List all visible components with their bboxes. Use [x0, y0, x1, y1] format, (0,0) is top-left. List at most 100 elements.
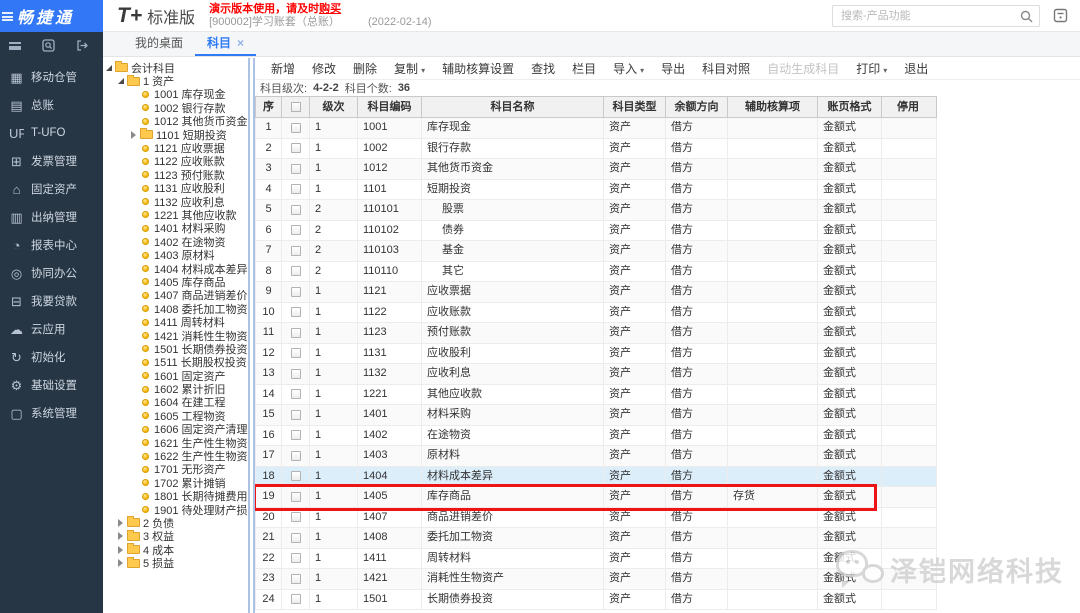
- toolbar-button[interactable]: 导入: [613, 60, 644, 77]
- row-checkbox[interactable]: [291, 246, 301, 256]
- table-row[interactable]: 7 2 110103 基金 资产 借方 金额式: [256, 241, 936, 262]
- sidebar-item[interactable]: ▢ 系统管理: [0, 399, 103, 427]
- table-row[interactable]: 22 1 1411 周转材料 资产 借方 金额式: [256, 549, 936, 570]
- table-row[interactable]: 4 1 1101 短期投资 资产 借方 金额式: [256, 180, 936, 201]
- table-row[interactable]: 24 1 1501 长期债券投资 资产 借方 金额式: [256, 590, 936, 611]
- toolbar-button[interactable]: 退出: [904, 60, 928, 77]
- tab[interactable]: 我的桌面×: [123, 31, 195, 56]
- table-row[interactable]: 21 1 1408 委托加工物资 资产 借方 金额式: [256, 528, 936, 549]
- row-checkbox[interactable]: [291, 205, 301, 215]
- row-checkbox[interactable]: [291, 574, 301, 584]
- tree-item[interactable]: 5 损益: [103, 556, 248, 569]
- tree-item[interactable]: 4 成本: [103, 543, 248, 556]
- row-checkbox[interactable]: [291, 225, 301, 235]
- table-row[interactable]: 18 1 1404 材料成本差异 资产 借方 金额式: [256, 467, 936, 488]
- tree-item[interactable]: 1901 待处理财产损溢: [103, 503, 248, 516]
- table-row[interactable]: 9 1 1121 应收票据 资产 借方 金额式: [256, 282, 936, 303]
- row-checkbox[interactable]: [291, 369, 301, 379]
- sidebar-item[interactable]: ⊟ 我要贷款: [0, 287, 103, 315]
- tree-expand-icon[interactable]: [118, 78, 127, 84]
- tree-expand-icon[interactable]: [118, 519, 127, 527]
- menu-icon[interactable]: [2, 12, 13, 21]
- calculator-icon[interactable]: [1053, 8, 1068, 23]
- tab[interactable]: 科目×: [195, 31, 256, 56]
- sidebar-item[interactable]: ▥ 出纳管理: [0, 203, 103, 231]
- row-checkbox[interactable]: [291, 410, 301, 420]
- close-icon[interactable]: ×: [237, 36, 244, 50]
- tree-expand-icon[interactable]: [106, 65, 115, 71]
- select-all-checkbox[interactable]: [291, 102, 301, 112]
- row-checkbox[interactable]: [291, 123, 301, 133]
- sidebar-item[interactable]: ⚙ 基础设置: [0, 371, 103, 399]
- sidebar-item[interactable]: UFO T-UFO: [0, 119, 103, 147]
- row-checkbox[interactable]: [291, 594, 301, 604]
- row-checkbox[interactable]: [291, 266, 301, 276]
- table-row[interactable]: 3 1 1012 其他货币资金 资产 借方 金额式: [256, 159, 936, 180]
- row-checkbox[interactable]: [291, 164, 301, 174]
- toolbar-button[interactable]: 复制: [394, 60, 425, 77]
- purchase-link[interactable]: 购买: [319, 3, 341, 15]
- table-row[interactable]: 11 1 1123 预付账款 资产 借方 金额式: [256, 323, 936, 344]
- table-row[interactable]: 10 1 1122 应收账款 资产 借方 金额式: [256, 303, 936, 324]
- toolbar-button[interactable]: 删除: [353, 60, 377, 77]
- sidebar-item[interactable]: ▤ 总账: [0, 91, 103, 119]
- row-checkbox[interactable]: [291, 512, 301, 522]
- table-row[interactable]: 15 1 1401 材料采购 资产 借方 金额式: [256, 405, 936, 426]
- row-checkbox[interactable]: [291, 143, 301, 153]
- tree-expand-icon[interactable]: [131, 131, 140, 139]
- toolbar-button[interactable]: 栏目: [572, 60, 596, 77]
- sidebar-item[interactable]: ▦ 移动仓管: [0, 63, 103, 91]
- table-row[interactable]: 6 2 110102 债券 资产 借方 金额式: [256, 221, 936, 242]
- toolbar-button[interactable]: 打印: [856, 60, 887, 77]
- search-icon[interactable]: [1020, 10, 1033, 23]
- table-row[interactable]: 19 1 1405 库存商品 资产 借方 存货 金额式: [256, 487, 936, 508]
- row-checkbox[interactable]: [291, 328, 301, 338]
- table-row[interactable]: 2 1 1002 银行存款 资产 借方 金额式: [256, 139, 936, 160]
- row-checkbox[interactable]: [291, 389, 301, 399]
- toolbar-button[interactable]: 新增: [271, 60, 295, 77]
- toolbar-button[interactable]: 自动生成科目: [767, 60, 839, 77]
- toolbar-button[interactable]: 科目对照: [702, 60, 750, 77]
- toolbar-button[interactable]: 查找: [531, 60, 555, 77]
- tree-expand-icon[interactable]: [118, 532, 127, 540]
- row-checkbox[interactable]: [291, 430, 301, 440]
- toolbar-button[interactable]: 辅助核算设置: [442, 60, 514, 77]
- tree-item[interactable]: 会计科目: [103, 61, 248, 74]
- sign-out-icon[interactable]: [76, 39, 89, 52]
- table-row[interactable]: 17 1 1403 原材料 资产 借方 金额式: [256, 446, 936, 467]
- tree-expand-icon[interactable]: [118, 559, 127, 567]
- sidebar-item[interactable]: ◔ 报表中心: [0, 231, 103, 259]
- sidebar-item[interactable]: ⌂ 固定资产: [0, 175, 103, 203]
- table-row[interactable]: 23 1 1421 消耗性生物资产 资产 借方 金额式: [256, 569, 936, 590]
- table-row[interactable]: 12 1 1131 应收股利 资产 借方 金额式: [256, 344, 936, 365]
- table-row[interactable]: 14 1 1221 其他应收款 资产 借方 金额式: [256, 385, 936, 406]
- row-checkbox[interactable]: [291, 451, 301, 461]
- search-window-icon[interactable]: [42, 39, 55, 52]
- tree-item[interactable]: 3 权益: [103, 530, 248, 543]
- sidebar-item[interactable]: ⊞ 发票管理: [0, 147, 103, 175]
- tree-expand-icon[interactable]: [118, 546, 127, 554]
- row-checkbox[interactable]: [291, 348, 301, 358]
- table-row[interactable]: 16 1 1402 在途物资 资产 借方 金额式: [256, 426, 936, 447]
- table-row[interactable]: 1 1 1001 库存现金 资产 借方 金额式: [256, 118, 936, 139]
- row-checkbox[interactable]: [291, 471, 301, 481]
- row-checkbox[interactable]: [291, 533, 301, 543]
- sidebar-item[interactable]: ↻ 初始化: [0, 343, 103, 371]
- table-row[interactable]: 20 1 1407 商品进销差价 资产 借方 金额式: [256, 508, 936, 529]
- panel-splitter[interactable]: [248, 58, 255, 613]
- search-input[interactable]: [833, 7, 1020, 25]
- sidebar-item[interactable]: ☁ 云应用: [0, 315, 103, 343]
- table-row[interactable]: 8 2 110110 其它 资产 借方 金额式: [256, 262, 936, 283]
- row-checkbox[interactable]: [291, 184, 301, 194]
- row-checkbox[interactable]: [291, 287, 301, 297]
- tree-item[interactable]: 2 负债: [103, 516, 248, 529]
- sidebar-item[interactable]: ◎ 协同办公: [0, 259, 103, 287]
- collapse-menu-icon[interactable]: [9, 42, 21, 50]
- toolbar-button[interactable]: 修改: [312, 60, 336, 77]
- row-checkbox[interactable]: [291, 553, 301, 563]
- row-checkbox[interactable]: [291, 492, 301, 502]
- table-row[interactable]: 5 2 110101 股票 资产 借方 金额式: [256, 200, 936, 221]
- row-checkbox[interactable]: [291, 307, 301, 317]
- table-row[interactable]: 13 1 1132 应收利息 资产 借方 金额式: [256, 364, 936, 385]
- toolbar-button[interactable]: 导出: [661, 60, 685, 77]
